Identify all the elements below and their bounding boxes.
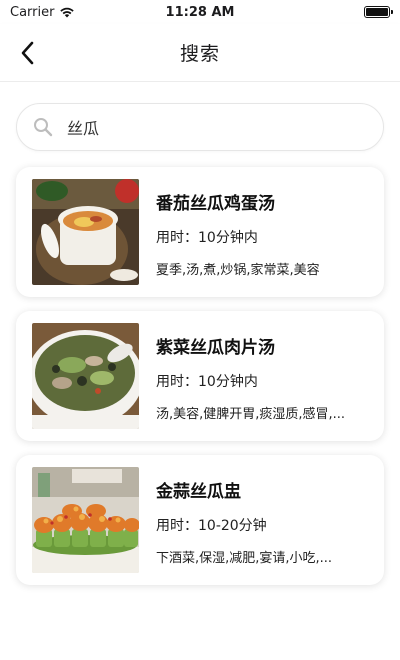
chevron-left-icon — [21, 41, 34, 65]
recipe-time: 用时：10分钟内 — [156, 371, 258, 391]
time-value: 10分钟内 — [198, 230, 258, 246]
time-label: 用时： — [156, 518, 198, 534]
recipe-card[interactable]: 番茄丝瓜鸡蛋汤 用时：10分钟内 夏季,汤,煮,炒锅,家常菜,美容 — [16, 167, 384, 297]
page-title: 搜索 — [179, 43, 220, 65]
recipe-card[interactable]: 紫菜丝瓜肉片汤 用时：10分钟内 汤,美容,健脾开胃,痰湿质,感冒,... — [16, 311, 384, 441]
navigation-bar: 搜索 — [0, 24, 400, 82]
battery-icon — [364, 6, 393, 18]
recipe-image-garlic-loofah-cups — [32, 467, 139, 573]
search-input[interactable] — [67, 117, 357, 137]
status-bar: Carrier 11:28 AM — [0, 0, 400, 24]
recipe-tags: 汤,美容,健脾开胃,痰湿质,感冒,... — [156, 407, 346, 422]
recipe-title: 番茄丝瓜鸡蛋汤 — [156, 194, 275, 214]
recipe-image-tomato-loofah-egg-soup — [32, 179, 139, 285]
search-icon — [34, 118, 53, 137]
time-value: 10-20分钟 — [198, 518, 267, 534]
recipe-tags: 夏季,汤,煮,炒锅,家常菜,美容 — [156, 263, 320, 278]
recipe-time: 用时：10-20分钟 — [156, 515, 267, 535]
recipe-title: 紫菜丝瓜肉片汤 — [156, 338, 275, 358]
search-bar[interactable] — [16, 103, 384, 151]
recipe-time: 用时：10分钟内 — [156, 227, 258, 247]
recipe-card[interactable]: 金蒜丝瓜盅 用时：10-20分钟 下酒菜,保湿,减肥,宴请,小吃,... — [16, 455, 384, 585]
time-value: 10分钟内 — [198, 374, 258, 390]
time-label: 用时： — [156, 374, 198, 390]
recipe-title: 金蒜丝瓜盅 — [156, 482, 241, 502]
wifi-icon — [60, 7, 75, 18]
time-label: 用时： — [156, 230, 198, 246]
back-button[interactable] — [10, 36, 44, 70]
status-left: Carrier — [10, 5, 75, 20]
carrier-label: Carrier — [10, 4, 55, 20]
search-results-page: 番茄丝瓜鸡蛋汤 用时：10分钟内 夏季,汤,煮,炒锅,家常菜,美容 紫菜丝 — [0, 82, 400, 660]
recipe-tags: 下酒菜,保湿,减肥,宴请,小吃,... — [156, 551, 333, 566]
recipe-image-seaweed-loofah-pork-soup — [32, 323, 139, 429]
